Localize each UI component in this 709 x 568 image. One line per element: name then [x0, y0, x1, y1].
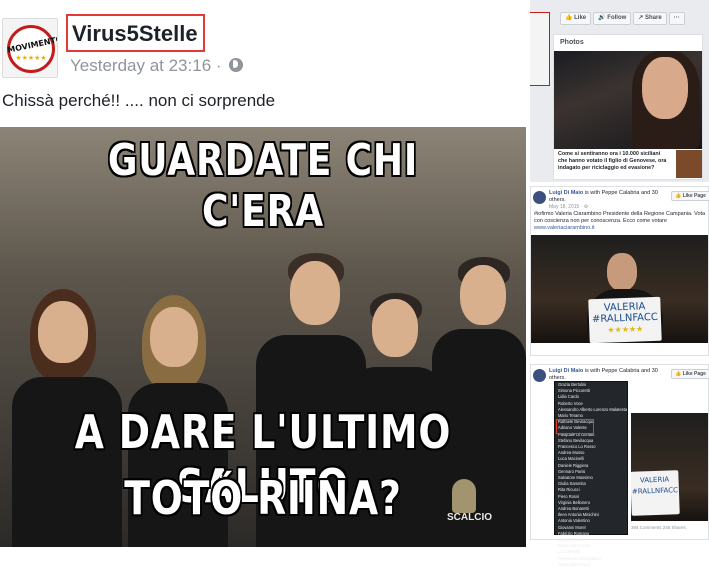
post-timestamp: Yesterday at 23:16 · — [70, 56, 244, 76]
campaign-sign: VALERIA #RALLNFACC ★★★★★ — [588, 296, 662, 343]
timestamp-text[interactable]: Yesterday at 23:16 · — [70, 56, 222, 75]
logo-stars: ★★★★★ — [15, 55, 47, 62]
like-button[interactable]: 👍 Like — [560, 12, 592, 25]
photo-woman[interactable] — [554, 51, 702, 149]
page-avatar-cropped — [530, 12, 550, 86]
highlight-box — [556, 419, 594, 434]
tagged-names: Grazia Bertolini Simona Piccoretti Lidia C… — [555, 382, 627, 568]
post-caption: Chissà perché!! .... non ci sorprende — [2, 91, 276, 110]
post-card-di-maio: Luigi Di Maio is with Peppe Calabria and… — [530, 186, 709, 356]
page-avatar[interactable]: MOVIMENTO ★★★★★ — [2, 18, 58, 78]
globe-icon[interactable] — [229, 58, 244, 72]
photo-caption: Come si sentiranno ora i 10.000 sicilian… — [558, 151, 667, 171]
movimento-logo: MOVIMENTO ★★★★★ — [6, 25, 58, 73]
photo-thumbnail[interactable] — [676, 150, 702, 178]
tagged-people-list[interactable]: Grazia Bertolini Simona Piccoretti Lidia C… — [554, 381, 628, 567]
card-header: Luigi Di Maio is with Peppe Calabria and… — [549, 190, 669, 204]
card-photo[interactable]: VALERIA #RALLNFACC — [631, 413, 708, 521]
author-avatar[interactable] — [533, 191, 546, 204]
sign-line-2: #RALLNFACC — [631, 486, 679, 496]
facebook-post: MOVIMENTO ★★★★★ Virus5Stelle Yesterday a… — [0, 0, 530, 547]
card-stats: 394 Comments 245 Shares — [631, 525, 686, 530]
page-actions: 👍 Like 🔊 Follow ↗ Share ··· — [560, 12, 685, 25]
more-button[interactable]: ··· — [668, 12, 685, 25]
meme-image[interactable]: SCALCIO GUARDATE CHI C'ERA A DARE L'ULTI… — [0, 127, 526, 547]
tagged-name-item[interactable]: Pasqualino Fiorai — [555, 562, 627, 568]
author-name[interactable]: Luigi Di Maio — [549, 190, 583, 196]
campaign-sign: VALERIA #RALLNFACC — [631, 470, 680, 516]
photos-card: Photos Come si sentiranno ora i 10.000 s… — [553, 34, 703, 180]
page-name-link[interactable]: Virus5Stelle — [72, 21, 198, 46]
meme-bottom-text: TOTÓ RIINA? — [124, 471, 402, 525]
card-date: May 18, 2015 · ⚙ — [549, 204, 589, 210]
post-card-tag-list: Luigi Di Maio is with Peppe Calabria and… — [530, 364, 709, 567]
page-header-screenshot: 👍 Like 🔊 Follow ↗ Share ··· Photos Come … — [530, 0, 709, 182]
author-name[interactable]: Luigi Di Maio — [549, 368, 583, 374]
author-avatar[interactable] — [533, 369, 546, 382]
like-page-button[interactable]: 👍 Like Page — [671, 191, 709, 201]
page-name-highlight: Virus5Stelle — [66, 14, 205, 52]
evidence-column: 👍 Like 🔊 Follow ↗ Share ··· Photos Come … — [530, 0, 709, 567]
follow-button[interactable]: 🔊 Follow — [593, 12, 632, 25]
card-header: Luigi Di Maio is with Peppe Calabria and… — [549, 368, 669, 382]
share-button[interactable]: ↗ Share — [633, 12, 667, 25]
card-link[interactable]: www.valeriaciarambino.it — [534, 225, 595, 231]
photos-title[interactable]: Photos — [560, 39, 584, 46]
meme-top-text: GUARDATE CHI C'ERA — [107, 135, 419, 237]
card-text-body: #iofirmo Valeria Ciarambino Presidente d… — [534, 211, 706, 224]
like-page-button[interactable]: 👍 Like Page — [671, 369, 709, 379]
person-figure — [607, 253, 637, 291]
card-text: #iofirmo Valeria Ciarambino Presidente d… — [534, 211, 706, 232]
card-photo[interactable]: VALERIA #RALLNFACC ★★★★★ — [531, 235, 708, 343]
logo-text: MOVIMENTO — [6, 34, 58, 55]
